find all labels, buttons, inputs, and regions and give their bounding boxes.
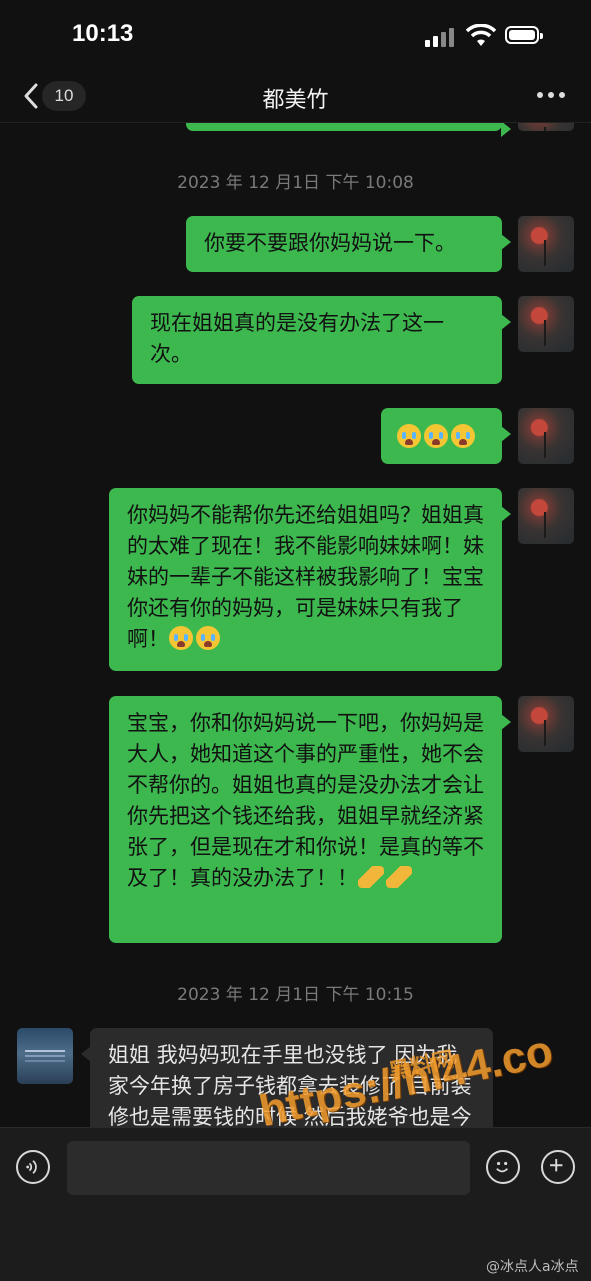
message-bubble-sent[interactable] xyxy=(381,408,511,464)
self-avatar[interactable] xyxy=(518,696,574,752)
contact-avatar[interactable] xyxy=(17,1028,73,1084)
crying-face-icon xyxy=(196,626,220,650)
wifi-icon xyxy=(466,24,496,46)
chat-title: 都美竹 xyxy=(262,88,329,113)
folded-hands-icon xyxy=(358,866,384,888)
crying-face-icon xyxy=(397,424,421,448)
message-text: 现在姐姐真的是没有办法了这一次。 xyxy=(150,311,444,366)
status-time: 10:13 xyxy=(72,20,134,47)
timestamp: 2023 年 12 月1日 下午 10:08 xyxy=(177,173,414,193)
add-attachment-icon[interactable] xyxy=(541,1150,575,1184)
message-bubble-sent[interactable]: 现在姐姐真的是没有办法了这一次。 xyxy=(132,296,511,384)
voice-input-icon[interactable] xyxy=(16,1150,50,1184)
message-bubble-sent[interactable]: 你要不要跟你妈妈说一下。 xyxy=(186,216,511,272)
message-input[interactable] xyxy=(67,1141,470,1195)
crying-face-icon xyxy=(169,626,193,650)
folded-hands-icon xyxy=(386,866,412,888)
self-avatar[interactable] xyxy=(518,296,574,352)
self-avatar[interactable] xyxy=(518,216,574,272)
message-bubble-sent[interactable]: 宝宝，你和你妈妈说一下吧，你妈妈是大人，她知道这个事的严重性，她不会不帮你的。姐… xyxy=(109,696,511,943)
chat-header: 10 都美竹 xyxy=(0,70,591,123)
message-bubble-sent[interactable]: 你妈妈不能帮你先还给姐姐吗？姐姐真的太难了现在！我不能影响妹妹啊！妹妹的一辈子不… xyxy=(109,488,511,671)
more-options-icon[interactable] xyxy=(537,92,567,100)
self-avatar[interactable] xyxy=(518,123,574,131)
message-text: 你要不要跟你妈妈说一下。 xyxy=(204,231,456,255)
message-text: 宝宝，你和你妈妈说一下吧，你妈妈是大人，她知道这个事的严重性，她不会不帮你的。姐… xyxy=(127,711,484,890)
crying-face-icon xyxy=(451,424,475,448)
self-avatar[interactable] xyxy=(518,408,574,464)
cellular-signal-icon xyxy=(425,27,457,47)
timestamp: 2023 年 12 月1日 下午 10:15 xyxy=(177,985,414,1005)
emoji-icon[interactable] xyxy=(486,1150,520,1184)
self-avatar[interactable] xyxy=(518,488,574,544)
battery-icon xyxy=(505,26,543,44)
status-bar: 10:13 xyxy=(0,0,591,70)
message-list[interactable]: 2023 年 12 月1日 下午 10:08 你要不要跟你妈妈说一下。 现在姐姐… xyxy=(0,123,591,1127)
source-credit: @冰点人a冰点 xyxy=(486,1259,579,1275)
crying-face-icon xyxy=(424,424,448,448)
message-bubble-partial[interactable] xyxy=(186,123,511,137)
